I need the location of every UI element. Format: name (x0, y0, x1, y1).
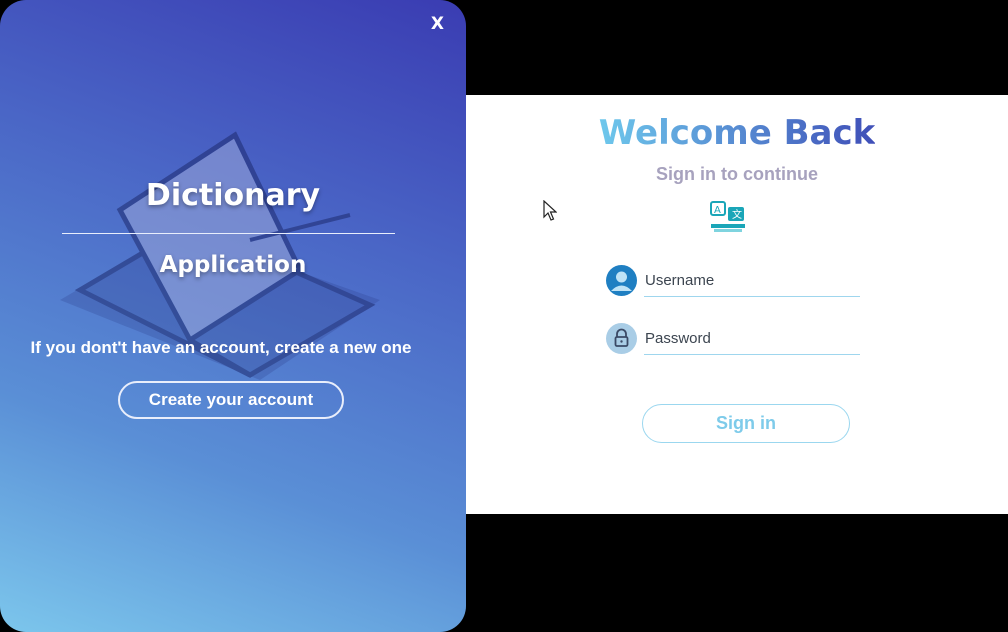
title-divider (62, 233, 395, 234)
password-label: Password (645, 330, 711, 347)
signin-panel: Welcome Back Sign in to continue A 文 Use… (466, 95, 1008, 514)
mouse-pointer-icon (543, 200, 557, 221)
lock-icon (606, 323, 637, 354)
create-account-button[interactable]: Create your account (118, 381, 344, 419)
translate-icon: A 文 (710, 201, 745, 232)
svg-text:A: A (714, 205, 721, 216)
user-icon (606, 265, 637, 296)
close-button[interactable]: X (431, 14, 444, 34)
signin-subheading: Sign in to continue (656, 164, 818, 184)
svg-text:文: 文 (732, 208, 742, 221)
signin-button[interactable]: Sign in (642, 404, 850, 443)
signup-prompt: If you dont't have an account, create a … (30, 338, 412, 357)
username-field[interactable]: Username (606, 265, 860, 305)
password-field[interactable]: Password (606, 323, 860, 363)
username-underline (644, 296, 860, 297)
app-title: Dictionary (145, 178, 321, 213)
username-label: Username (645, 272, 715, 289)
signup-panel: X Dictionary Application If you dont't h… (0, 0, 466, 632)
password-underline (644, 354, 860, 355)
welcome-heading-text: Welcome Back (598, 113, 876, 153)
welcome-heading: Welcome Back (466, 113, 1008, 153)
app-subtitle: Application (159, 252, 307, 278)
